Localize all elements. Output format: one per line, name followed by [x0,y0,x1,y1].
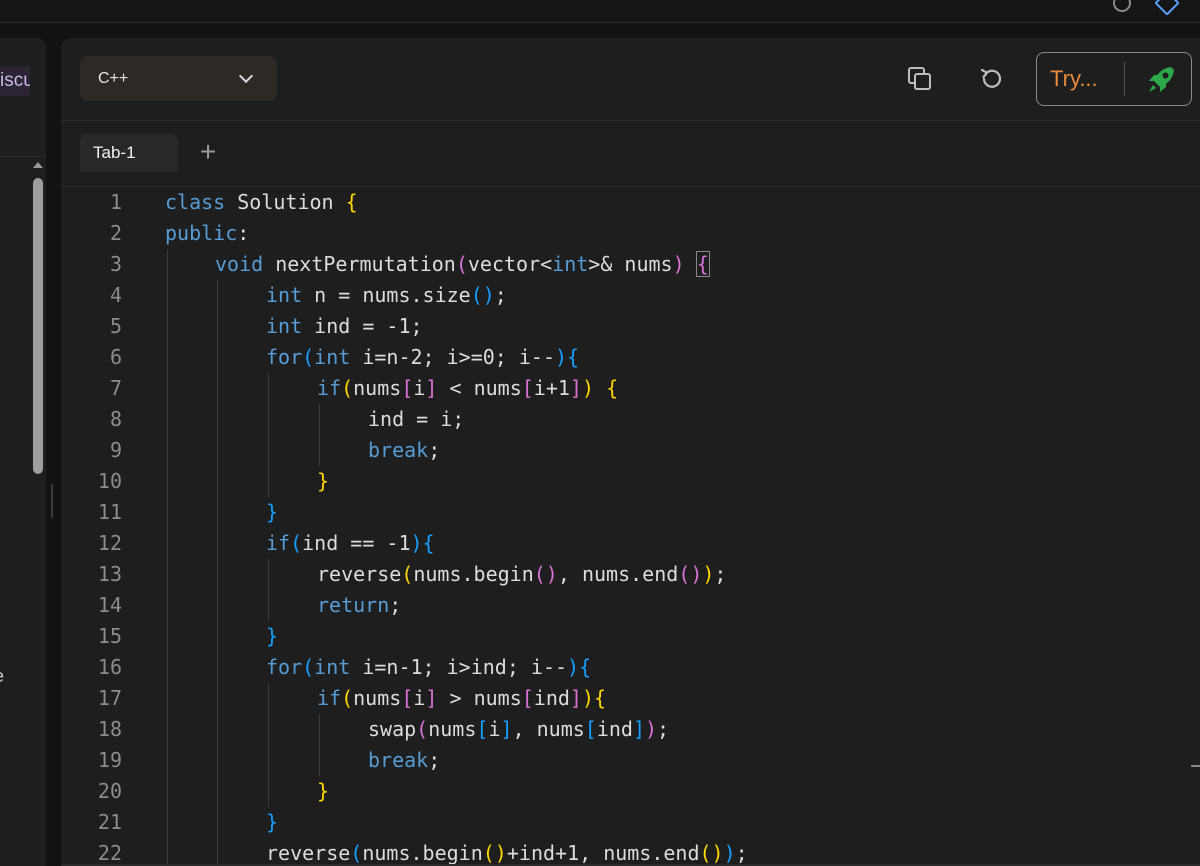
code-text: reverse(nums.begin()+ind+1, nums.end()); [266,841,748,865]
reset-icon[interactable] [978,65,1006,93]
code-text: if(ind == -1){ [266,531,435,555]
code-text: if(nums[i] < nums[i+1]) { [317,376,619,400]
line-number: 18 [97,717,122,741]
code-text: public: [165,221,250,245]
code-text: for(int i=n-1; i>ind; i--){ [266,655,592,679]
add-tab-button[interactable]: + [194,138,222,166]
code-text: ind = i; [368,407,465,431]
try-button[interactable]: Try... [1036,52,1192,106]
code-line[interactable]: 6 for(int i=n-2; i>=0; i--){ [61,342,1200,373]
circle-icon[interactable] [1113,0,1131,12]
code-line[interactable]: 9 break; [61,435,1200,466]
code-line[interactable]: 8 ind = i; [61,404,1200,435]
indent-guide [268,373,269,497]
code-text: int n = nums.size(); [266,283,507,307]
panel-resize-handle[interactable] [51,484,53,518]
code-line[interactable]: 12 if(ind == -1){ [61,528,1200,559]
code-text: return; [317,593,402,617]
indent-guide [268,683,269,807]
code-line[interactable]: 4 int n = nums.size(); [61,280,1200,311]
rocket-icon[interactable] [1145,62,1179,96]
overview-ruler-mark [1191,765,1200,767]
line-number: 21 [97,810,122,834]
chevron-down-icon [238,68,254,84]
code-line[interactable]: 15} [61,621,1200,652]
code-text: break; [368,438,441,462]
code-line[interactable]: 7 if(nums[i] < nums[i+1]) { [61,373,1200,404]
scroll-up-arrow-icon[interactable] [33,162,43,168]
code-line[interactable]: 19 break; [61,745,1200,776]
toolbar-divider [61,120,1200,121]
try-label: Try... [1050,66,1098,91]
discussion-tab[interactable]: iscu [0,66,30,96]
code-line[interactable]: 2 public: [61,218,1200,249]
code-text: } [317,469,330,493]
code-line[interactable]: 17 if(nums[i] > nums[ind]){ [61,683,1200,714]
code-text: for(int i=n-2; i>=0; i--){ [266,345,580,369]
left-panel: iscu e [0,38,46,866]
clipped-text: e [0,666,4,687]
code-text: } [317,779,330,803]
indent-guide [319,404,320,466]
code-line[interactable]: 14 return; [61,590,1200,621]
line-number: 10 [97,469,122,493]
code-line[interactable]: 5 int ind = -1; [61,311,1200,342]
line-number: 17 [97,686,122,710]
code-text: } [266,810,279,834]
code-text: int ind = -1; [266,314,423,338]
line-number: 11 [97,500,122,524]
indent-guide [217,280,218,866]
code-line[interactable]: 10} [61,466,1200,497]
line-number: 16 [97,655,122,679]
line-number: 15 [97,624,122,648]
line-number: 5 [109,314,122,338]
line-number: 3 [109,252,122,276]
scrollbar-thumb[interactable] [33,178,43,474]
code-text: } [266,624,279,648]
code-line[interactable]: 11} [61,497,1200,528]
code-area[interactable]: 1 class Solution { 2 public: 3 void nextPermu… [61,187,1200,866]
indent-guide [268,559,269,621]
line-number: 4 [109,283,122,307]
language-label: C++ [98,69,129,87]
code-text: break; [368,748,441,772]
code-line[interactable]: 1 class Solution { [61,187,1200,218]
line-number: 14 [97,593,122,617]
line-number: 2 [109,221,122,245]
code-line[interactable]: 20} [61,776,1200,807]
button-divider [1124,62,1125,96]
code-line[interactable]: 18 swap(nums[i], nums[ind]); [61,714,1200,745]
line-number: 8 [109,407,122,431]
line-number: 20 [97,779,122,803]
top-bar [0,0,1200,23]
code-text: if(nums[i] > nums[ind]){ [317,686,607,710]
line-number: 19 [97,748,122,772]
divider [0,156,46,157]
code-text: } [266,500,279,524]
code-text: class Solution { [165,190,358,214]
line-number: 1 [109,190,122,214]
code-line[interactable]: 3 void nextPermutation(vector<int>& nums)… [61,249,1200,280]
language-select[interactable]: C++ [80,56,277,101]
indent-guide [319,714,320,776]
code-text: void nextPermutation(vector<int>& nums) … [215,251,710,277]
code-text: swap(nums[i], nums[ind]); [368,717,670,741]
code-line[interactable]: 16 for(int i=n-1; i>ind; i--){ [61,652,1200,683]
line-number: 13 [97,562,122,586]
code-text: reverse(nums.begin(), nums.end()); [317,562,727,586]
line-number: 7 [109,376,122,400]
check-icon[interactable] [1154,0,1180,16]
line-number: 12 [97,531,122,555]
code-line[interactable]: 22 reverse(nums.begin()+ind+1, nums.end()… [61,838,1200,866]
code-line[interactable]: 13 reverse(nums.begin(), nums.end()); [61,559,1200,590]
line-number: 9 [109,438,122,462]
copy-icon[interactable] [907,66,933,92]
line-number: 6 [109,345,122,369]
line-number: 22 [97,841,122,865]
code-editor-panel: C++ Try... Tab-1 + 1 class Solution { 2 pub… [61,38,1200,866]
indent-guide [167,249,168,866]
code-line[interactable]: 21} [61,807,1200,838]
tab-1[interactable]: Tab-1 [80,134,178,172]
